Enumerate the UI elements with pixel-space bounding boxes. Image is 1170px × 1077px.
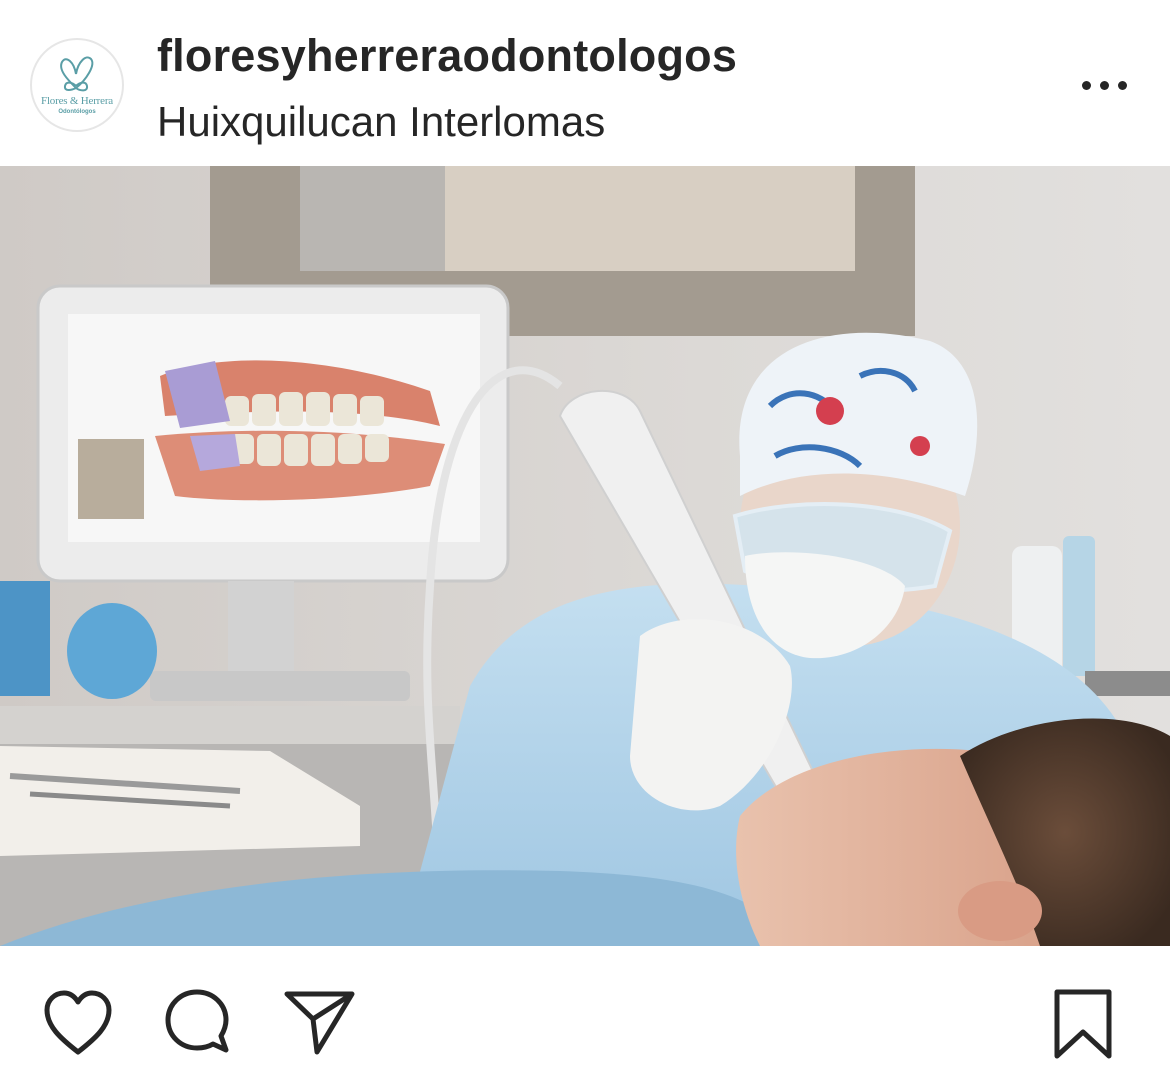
post-username[interactable]: floresyherreraodontologos	[157, 30, 737, 82]
heart-icon	[44, 990, 112, 1055]
post-location[interactable]: Huixquilucan Interlomas	[157, 98, 605, 146]
post-action-bar	[0, 946, 1170, 1077]
save-button[interactable]	[1045, 986, 1121, 1062]
more-dot	[1118, 81, 1127, 90]
like-button[interactable]	[40, 986, 116, 1062]
paper-plane-icon	[284, 991, 355, 1055]
more-dot	[1100, 81, 1109, 90]
more-horizontal-icon	[1082, 81, 1091, 90]
bookmark-icon	[1054, 989, 1112, 1059]
comment-icon	[165, 989, 229, 1053]
more-options-button[interactable]	[1074, 66, 1134, 106]
comment-button[interactable]	[160, 986, 236, 1062]
profile-avatar[interactable]: Flores & Herrera Odontólogos	[30, 38, 124, 132]
post-header: Flores & Herrera Odontólogos floresyherr…	[0, 0, 1170, 166]
share-button[interactable]	[282, 986, 358, 1062]
dental-scan-photo	[0, 166, 1170, 946]
avatar-brand-tagline: Odontólogos	[58, 109, 96, 115]
avatar-brand-name: Flores & Herrera	[41, 95, 113, 107]
butterfly-logo-icon	[60, 56, 94, 92]
post-photo[interactable]	[0, 166, 1170, 946]
